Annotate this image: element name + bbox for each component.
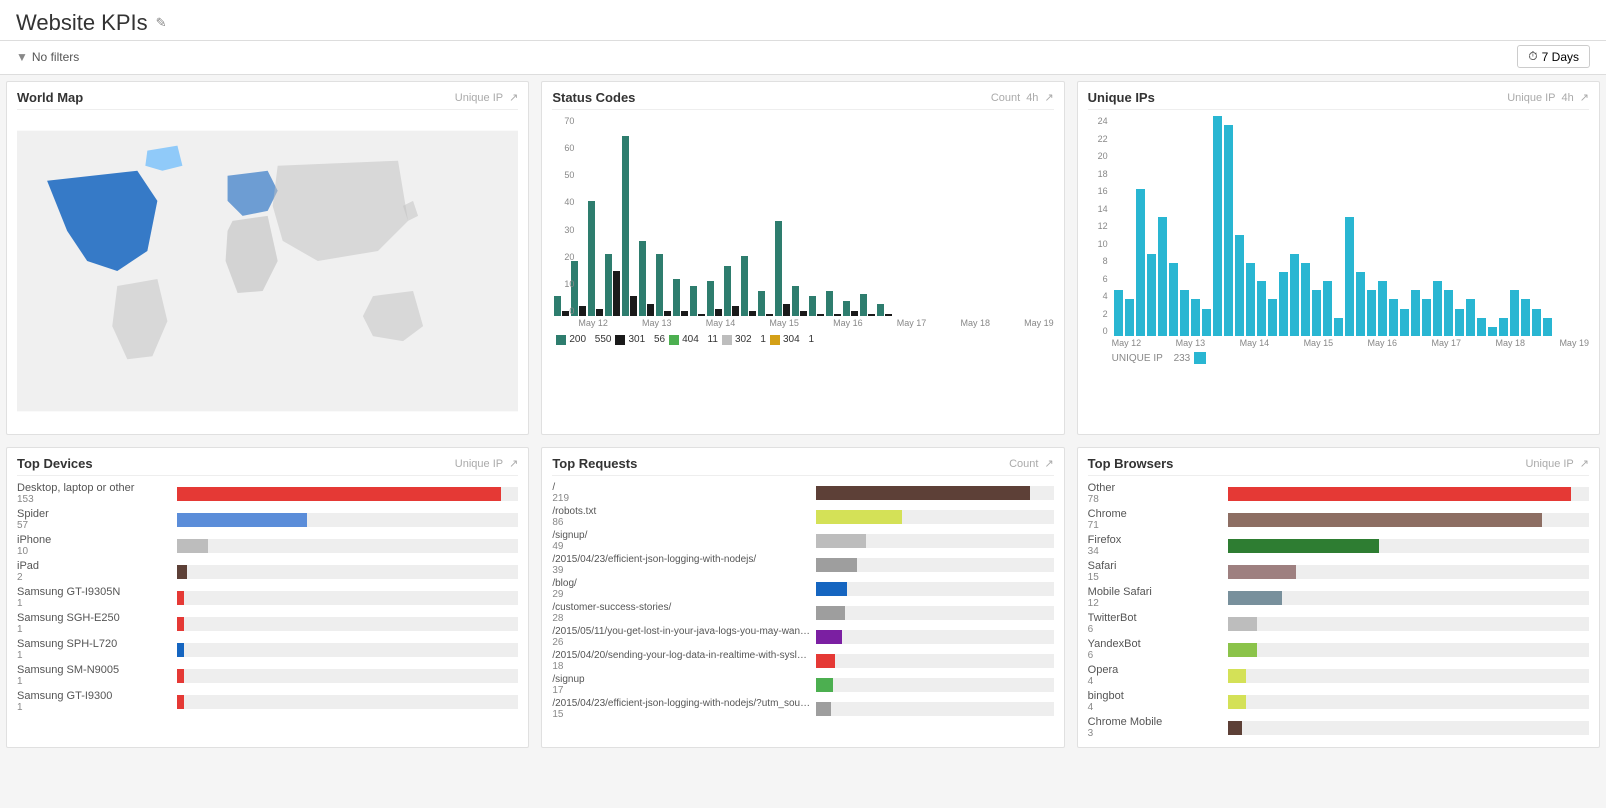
share-icon-status[interactable]: ↗: [1044, 91, 1053, 104]
world-map-meta: Unique IP ↗: [455, 91, 519, 104]
top-browsers-header: Top Browsers Unique IP ↗: [1088, 456, 1589, 476]
status-bars: [552, 116, 1053, 316]
list-item: Spider 57: [17, 508, 518, 531]
time-range-label: 7 Days: [1542, 50, 1579, 64]
list-item: /robots.txt 86: [552, 506, 1053, 528]
list-item: Samsung SPH-L720 1: [17, 638, 518, 661]
status-legend: 200 550 301 56 404 11 302 1 304 1: [556, 334, 1053, 345]
list-item: /2015/04/20/sending-your-log-data-in-rea…: [552, 650, 1053, 672]
list-item: / 219: [552, 482, 1053, 504]
list-item: Mobile Safari 12: [1088, 586, 1589, 609]
top-requests-meta: Count ↗: [1009, 457, 1054, 470]
ip-y-axis: 242220181614121086420: [1088, 116, 1108, 336]
top-browsers-meta: Unique IP ↗: [1525, 457, 1589, 470]
list-item: Samsung SM-N9005 1: [17, 664, 518, 687]
top-requests-metric: Count: [1009, 458, 1038, 470]
list-item: TwitterBot 6: [1088, 612, 1589, 635]
top-browsers-metric: Unique IP: [1525, 458, 1573, 470]
ip-bars-container: [1112, 116, 1589, 336]
list-item: iPhone 10: [17, 534, 518, 557]
world-map-panel: World Map Unique IP ↗: [6, 81, 529, 435]
status-x-labels: May 12May 13May 14May 15May 16May 17May …: [578, 318, 1053, 328]
top-browsers-panel: Top Browsers Unique IP ↗ Other 78 Chrome…: [1077, 447, 1600, 748]
status-codes-title: Status Codes: [552, 90, 635, 105]
status-y-axis: 706050403020100: [552, 116, 574, 316]
list-item: Safari 15: [1088, 560, 1589, 583]
list-item: /signup 17: [552, 674, 1053, 696]
page-title: Website KPIs: [16, 10, 148, 36]
share-icon-requests[interactable]: ↗: [1044, 457, 1053, 470]
top-devices-list: Desktop, laptop or other 153 Spider 57 i…: [17, 482, 518, 713]
share-icon[interactable]: ↗: [509, 91, 518, 104]
list-item: /2015/04/23/efficient-json-logging-with-…: [552, 554, 1053, 576]
share-icon-ips[interactable]: ↗: [1580, 91, 1589, 104]
unique-ips-title: Unique IPs: [1088, 90, 1155, 105]
filter-icon: ▼: [16, 50, 28, 64]
time-range-button[interactable]: ⏱ 7 Days: [1517, 45, 1590, 68]
world-map-svg: [17, 116, 518, 426]
top-devices-metric: Unique IP: [455, 458, 503, 470]
list-item: Other 78: [1088, 482, 1589, 505]
edit-icon[interactable]: ✎: [156, 15, 167, 31]
top-requests-list: / 219 /robots.txt 86 /signup/ 49 /2015/0…: [552, 482, 1053, 720]
unique-ips-metric: Unique IP: [1507, 92, 1555, 104]
list-item: Chrome 71: [1088, 508, 1589, 531]
list-item: Samsung GT-I9300 1: [17, 690, 518, 713]
status-codes-panel: Status Codes Count 4h ↗ 706050403020100 …: [541, 81, 1064, 435]
top-browsers-list: Other 78 Chrome 71 Firefox 34 Safari 15: [1088, 482, 1589, 739]
top-requests-panel: Top Requests Count ↗ / 219 /robots.txt 8…: [541, 447, 1064, 748]
filters-bar: ▼ No filters ⏱ 7 Days: [0, 41, 1606, 75]
filters-label: No filters: [32, 50, 79, 64]
unique-ips-header: Unique IPs Unique IP 4h ↗: [1088, 90, 1589, 110]
unique-ips-meta: Unique IP 4h ↗: [1507, 91, 1589, 104]
ip-legend: UNIQUE IP 233: [1112, 352, 1589, 364]
list-item: iPad 2: [17, 560, 518, 583]
world-map-title: World Map: [17, 90, 83, 105]
list-item: /signup/ 49: [552, 530, 1053, 552]
world-map-header: World Map Unique IP ↗: [17, 90, 518, 110]
clock-icon: ⏱: [1528, 49, 1537, 64]
page-header: Website KPIs ✎: [0, 0, 1606, 41]
list-item: Chrome Mobile 3: [1088, 716, 1589, 739]
world-map-metric: Unique IP: [455, 92, 503, 104]
list-item: bingbot 4: [1088, 690, 1589, 713]
top-devices-meta: Unique IP ↗: [455, 457, 519, 470]
status-codes-meta: Count 4h ↗: [991, 91, 1054, 104]
unique-ips-chart: 242220181614121086420 May 12May 13May 14…: [1088, 116, 1589, 364]
top-devices-title: Top Devices: [17, 456, 93, 471]
list-item: Desktop, laptop or other 153: [17, 482, 518, 505]
list-item: Samsung GT-I9305N 1: [17, 586, 518, 609]
list-item: Opera 4: [1088, 664, 1589, 687]
top-devices-header: Top Devices Unique IP ↗: [17, 456, 518, 476]
list-item: Firefox 34: [1088, 534, 1589, 557]
share-icon-devices[interactable]: ↗: [509, 457, 518, 470]
list-item: Samsung SGH-E250 1: [17, 612, 518, 635]
ip-x-labels: May 12May 13May 14May 15May 16May 17May …: [1112, 338, 1589, 348]
world-map-container: [17, 116, 518, 426]
unique-ips-interval: 4h: [1562, 92, 1574, 104]
top-browsers-title: Top Browsers: [1088, 456, 1174, 471]
status-codes-interval: 4h: [1026, 92, 1038, 104]
unique-ips-panel: Unique IPs Unique IP 4h ↗ 24222018161412…: [1077, 81, 1600, 435]
list-item: /2015/04/23/efficient-json-logging-with-…: [552, 698, 1053, 720]
top-devices-panel: Top Devices Unique IP ↗ Desktop, laptop …: [6, 447, 529, 748]
top-requests-title: Top Requests: [552, 456, 637, 471]
top-requests-header: Top Requests Count ↗: [552, 456, 1053, 476]
status-codes-metric: Count: [991, 92, 1020, 104]
share-icon-browsers[interactable]: ↗: [1580, 457, 1589, 470]
list-item: /customer-success-stories/ 28: [552, 602, 1053, 624]
list-item: /2015/05/11/you-get-lost-in-your-java-lo…: [552, 626, 1053, 648]
list-item: YandexBot 6: [1088, 638, 1589, 661]
status-codes-chart: 706050403020100 May 12May 13May 14May 15…: [552, 116, 1053, 345]
dashboard: World Map Unique IP ↗: [0, 75, 1606, 754]
status-codes-header: Status Codes Count 4h ↗: [552, 90, 1053, 110]
list-item: /blog/ 29: [552, 578, 1053, 600]
